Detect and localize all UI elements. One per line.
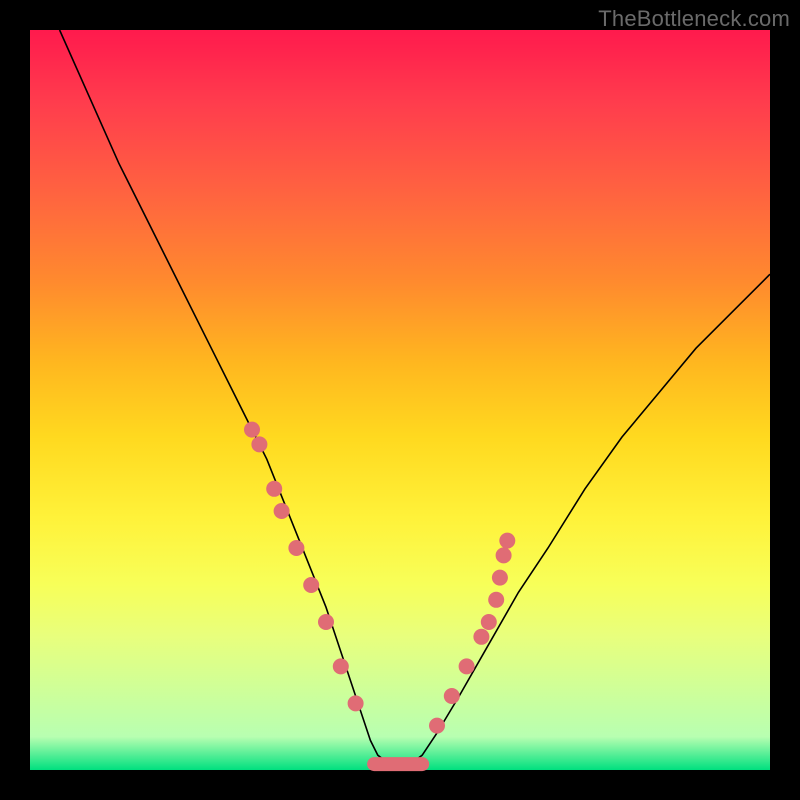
data-marker [459,658,475,674]
data-marker [318,614,334,630]
data-marker [251,436,267,452]
bottleneck-curve [60,30,770,766]
data-marker [333,658,349,674]
data-marker [488,592,504,608]
data-marker [288,540,304,556]
marker-group-right [429,533,515,734]
data-marker [496,547,512,563]
data-marker [303,577,319,593]
data-marker [266,481,282,497]
data-marker [429,718,445,734]
data-marker [444,688,460,704]
data-marker [244,422,260,438]
data-marker [274,503,290,519]
data-marker [499,533,515,549]
data-marker [481,614,497,630]
attribution-label: TheBottleneck.com [598,6,790,32]
data-marker [473,629,489,645]
data-marker [492,570,508,586]
chart-svg [30,30,770,770]
marker-group-left [244,422,364,712]
data-marker [348,695,364,711]
